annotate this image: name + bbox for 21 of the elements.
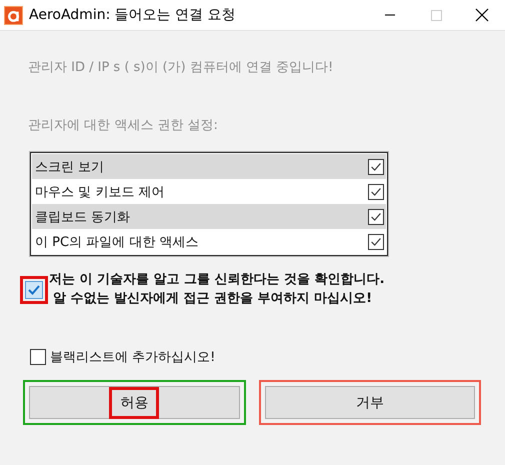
confirm-checkbox[interactable] [25, 281, 43, 299]
blacklist-checkbox[interactable] [30, 349, 46, 365]
permission-row[interactable]: 클립보드 동기화 [32, 204, 386, 229]
permission-label: 마우스 및 키보드 제어 [35, 184, 164, 200]
permissions-label: 관리자에 대한 액세스 권한 설정: [28, 117, 219, 134]
permission-label: 스크린 보기 [35, 158, 104, 176]
app-logo-icon [4, 6, 23, 24]
permission-row[interactable]: 스크린 보기 [32, 154, 386, 179]
connection-message: 관리자 ID / IP s ( s)이 (가) 컴퓨터에 연결 중입니다! [28, 59, 334, 76]
permission-checkbox[interactable] [368, 208, 384, 224]
window-title: AeroAdmin: 들어오는 연결 요청 [29, 6, 237, 24]
permission-label: 이 PC의 파일에 대한 액세스 [35, 234, 198, 250]
permission-checkbox[interactable] [368, 234, 384, 250]
allow-button[interactable]: 허용 [29, 386, 240, 419]
permission-checkbox[interactable] [368, 158, 384, 174]
confirm-text: 알 수없는 발신자에게 접근 권한을 부여하지 마십시오! [53, 290, 374, 308]
blacklist-label: 블랙리스트에 추가하십시오! [50, 349, 216, 366]
permission-checkbox[interactable] [368, 184, 384, 200]
permission-label: 클립보드 동기화 [35, 208, 130, 226]
confirm-text: 저는 이 기술자를 알고 그를 신뢰한다는 것을 확인합니다. [49, 271, 385, 289]
deny-button[interactable]: 거부 [264, 386, 475, 419]
